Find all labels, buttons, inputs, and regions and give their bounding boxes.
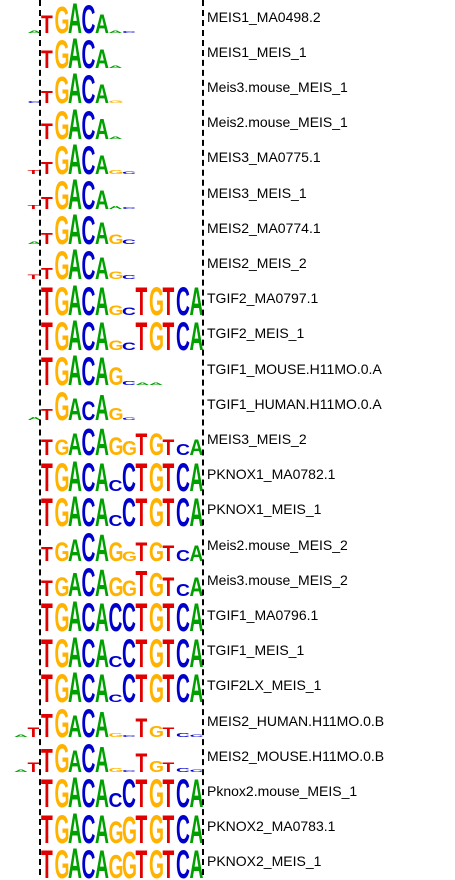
motif-label: MEIS3_MEIS_1 [207,184,307,201]
logo-letter-c: C [109,653,123,671]
sequence-logo: T GA C A GGT GT C A [41,524,203,570]
motif-label: TGIF1_MA0796.1 [207,606,319,623]
logo-letter-a: A [109,65,123,69]
motif-label: PKNOX1_MEIS_1 [207,501,322,518]
motif-label: TGIF1_HUMAN.H11MO.0.A [207,395,382,412]
motif-alignment-figure: A T G A C A A C MEIS1_MA0498.2 T G A C A A MEIS1_MEIS_1… [0,0,455,880]
motif-label: PKNOX2_MA0783.1 [207,818,336,835]
motif-label: MEIS2_MA0774.1 [207,219,321,236]
logo-letter-c: C [122,239,137,246]
sequence-logo: T T GA C A A C [28,171,136,219]
sequence-logo: A T T GA C A GC T GT C C [14,700,203,746]
logo-letter-c: C [176,547,190,565]
motif-label: Meis3.mouse_MEIS_2 [207,571,348,588]
sequence-logo: T GA C A C C T GT C A [41,487,203,535]
sequence-logo: T GA C A GGT GT C A [41,804,203,852]
logo-letter-t: T [28,760,40,775]
motif-label: MEIS1_MEIS_1 [207,43,307,60]
sequence-logo: T GA C A A [41,100,123,148]
logo-letter-a: A [68,839,82,880]
sequence-logo: T GA C A GC T GT C A [41,276,203,324]
logo-letter-c: C [122,207,136,210]
motif-label: Meis2.mouse_MEIS_2 [207,536,348,553]
sequence-logo: A T T GA C A GC T GT C C [14,735,203,781]
logo-letter-c: C [109,477,123,495]
motif-label: TGIF2_MA0797.1 [207,290,319,307]
motif-label: Meis2.mouse_MEIS_1 [207,114,348,131]
logo-letter-t: T [41,193,53,213]
logo-letter-t: T [163,725,175,740]
motif-label: TGIF1_MEIS_1 [207,642,305,659]
left-dashed-line [39,0,41,875]
sequence-logo: A T GA C A GC [28,206,137,254]
motif-row: T G A C A G G T G T C A Meis2.mouse_MEIS_2 [0,524,455,570]
sequence-logo: T T GA C A GC [28,241,136,289]
logo-letter-a: A [109,205,123,210]
motif-row: T G A C A C C T G T C A PKNOX1_MEIS_1 [0,487,455,535]
motif-label: MEIS3_MA0775.1 [207,149,321,166]
sequence-logo: T GA C A GC T GT C A [41,311,203,359]
logo-letter-t: T [28,204,40,210]
sequence-logo: T GA C A C C T GT C A [41,452,203,500]
sequence-logo: T GA C A C C T GT C A [41,593,203,641]
motif-label: TGIF2LX_MEIS_1 [207,677,322,694]
logo-letter-t: T [28,725,40,740]
sequence-logo: T GA C A A [41,30,123,78]
motif-label: MEIS2_HUMAN.H11MO.0.B [207,712,385,729]
sequence-logo: T GA C A C C T GT C A [41,769,203,817]
logo-letter-t: T [28,169,40,175]
sequence-logo: T GA C A GC A A [41,347,163,395]
motif-label: Meis3.mouse_MEIS_1 [207,78,348,95]
logo-letter-t: T [163,841,175,880]
logo-letter-a: A [109,135,123,139]
motif-label: MEIS2_MEIS_2 [207,254,307,271]
right-dashed-line [202,0,204,875]
sequence-logo: A T GA C A GC [28,383,136,429]
logo-letter-c: C [122,417,136,421]
motif-label: MEIS2_MOUSE.H11MO.0.B [207,747,385,764]
logo-letter-g: G [109,404,124,424]
logo-letter-g: G [109,100,124,104]
sequence-logo: T GA C A GGT GT C A [41,423,203,465]
logo-letter-c: C [122,31,136,34]
logo-letter-t: T [41,841,53,880]
sequence-logo: T GA C A C C T GT C A [41,628,203,676]
logo-letter-t: T [136,841,148,880]
motif-label: MEIS1_MA0498.2 [207,8,321,25]
logo-letter-a: A [149,382,163,386]
logo-letter-c: C [122,380,136,386]
motif-label: MEIS3_MEIS_2 [207,430,307,447]
logo-letter-t: T [41,87,53,107]
motif-label: TGIF1_MOUSE.H11MO.0.A [207,360,382,377]
logo-letter-t: T [41,230,53,248]
logo-letter-c: C [82,841,96,880]
motif-row: T G A C A G C A A TGIF1_MOUSE.H11MO.0.A [0,347,455,395]
motif-label: Pknox2.mouse_MEIS_1 [207,782,358,799]
motif-row: A T G A C A G C TGIF1_HUMAN.H11MO.0.A [0,383,455,429]
logo-letter-c: C [109,512,123,530]
motif-label: TGIF2_MEIS_1 [207,325,305,342]
logo-letter-c: C [122,735,136,738]
logo-letter-t: T [41,158,53,178]
logo-letter-a: A [109,30,123,34]
motif-label: PKNOX2_MEIS_1 [207,853,322,870]
sequence-logo: T GA C A GGT GT C A [41,559,204,605]
logo-letter-c: C [122,171,136,175]
logo-letter-c: C [122,275,136,281]
logo-letter-a: A [136,382,150,386]
motif-row: T G A C A C C T G T C A TGIF2LX_MEIS_1 [0,663,455,711]
sequence-logo: T GA C A C C T GT C A [41,663,203,711]
sequence-logo: T T GA C A GC [28,135,136,183]
logo-letter-c: C [176,732,190,738]
motif-row: A T T G A C A G C T G T C C MEIS2_HUMAN.H11MO.0.B [0,700,455,746]
motif-label: PKNOX1_MA0782.1 [207,466,336,483]
sequence-logo: A T GA C A A C [28,0,136,42]
logo-letter-a: A [95,841,109,880]
logo-letter-t: T [41,406,53,424]
sequence-logo: C T GA C A G [28,65,124,113]
logo-letter-c: C [176,841,190,880]
logo-letter-a: A [14,769,28,773]
logo-letter-t: T [28,274,40,281]
logo-letter-a: A [14,734,28,738]
